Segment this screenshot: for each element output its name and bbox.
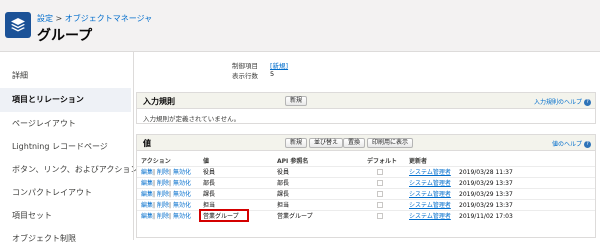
- api-name-cell: 役員: [277, 169, 290, 176]
- section-header: [137, 93, 595, 109]
- deactivate-link[interactable]: 無効化: [173, 212, 191, 221]
- action-separator: |: [153, 213, 156, 220]
- delete-link[interactable]: 削除: [157, 179, 169, 188]
- layers-icon: [5, 12, 31, 38]
- breadcrumb-setup-link[interactable]: 設定: [37, 14, 53, 23]
- table-row: 編集 | 削除 | 無効化 課長 課長 システム管理者 2019/03/29 1…: [137, 188, 595, 199]
- rules-help-link[interactable]: 入力規則のヘルプ?: [534, 97, 591, 106]
- edit-link[interactable]: 編集: [141, 212, 153, 221]
- section-header: [137, 135, 595, 151]
- edit-link[interactable]: 編集: [141, 179, 153, 188]
- modified-by-link[interactable]: システム管理者: [409, 190, 451, 199]
- value-cell: 課長: [203, 191, 216, 198]
- edit-link[interactable]: 編集: [141, 168, 153, 177]
- question-circle-icon: ?: [584, 141, 591, 148]
- column-header-default: デフォルト: [367, 158, 398, 165]
- delete-link[interactable]: 削除: [157, 212, 169, 221]
- reorder-button[interactable]: 並び替え: [309, 138, 344, 148]
- action-separator: |: [169, 169, 172, 176]
- sidebar-item-page-layouts[interactable]: ページレイアウト: [0, 112, 131, 136]
- table-row: 編集 | 削除 | 無効化 部長 部長 システム管理者 2019/03/29 1…: [137, 177, 595, 188]
- default-checkbox: [377, 213, 383, 219]
- deactivate-link[interactable]: 無効化: [173, 168, 191, 177]
- help-label: 値のヘルプ: [551, 141, 582, 148]
- api-name-cell: 営業グループ: [277, 213, 313, 220]
- modified-date: 2019/03/28 11:37: [459, 169, 513, 176]
- values-help-link[interactable]: 値のヘルプ?: [552, 139, 591, 148]
- table-row: 編集 | 削除 | 無効化 役員 役員 システム管理者 2019/03/28 1…: [137, 166, 595, 177]
- rows-displayed-label: 表示行数: [232, 72, 258, 80]
- default-checkbox: [377, 191, 383, 197]
- section-title: 入力規則: [143, 97, 175, 106]
- modified-date: 2019/11/02 17:03: [459, 213, 513, 220]
- modified-date: 2019/03/29 13:37: [459, 191, 513, 198]
- deactivate-link[interactable]: 無効化: [173, 201, 191, 210]
- default-checkbox: [377, 169, 383, 175]
- action-separator: |: [169, 180, 172, 187]
- delete-link[interactable]: 削除: [157, 168, 169, 177]
- help-label: 入力規則のヘルプ: [533, 99, 582, 106]
- sidebar-item-lightning-record-pages[interactable]: Lightning レコードページ: [0, 135, 131, 159]
- action-separator: |: [169, 213, 172, 220]
- sidebar-item-compact-layouts[interactable]: コンパクトレイアウト: [0, 181, 131, 205]
- new-rule-button[interactable]: 新規: [285, 96, 308, 106]
- modified-by-link[interactable]: システム管理者: [409, 201, 451, 210]
- action-separator: |: [153, 191, 156, 198]
- api-name-cell: 担当: [277, 202, 290, 209]
- modified-by-link[interactable]: システム管理者: [409, 168, 451, 177]
- modified-date: 2019/03/29 13:37: [459, 202, 513, 209]
- sidebar-item-object-limits[interactable]: オブジェクト制限: [0, 227, 131, 251]
- api-name-cell: 部長: [277, 180, 290, 187]
- picklist-values-section: 値 新規 並び替え 置換 印刷用に表示 値のヘルプ? アクション 値 API 参…: [136, 134, 596, 238]
- validation-rules-section: 入力規則 新規 入力規則のヘルプ? 入力規則が定義されていません。: [136, 92, 596, 124]
- sidebar-nav: 詳細 項目とリレーション ページレイアウト Lightning レコードページ …: [0, 60, 138, 243]
- action-separator: |: [169, 191, 172, 198]
- column-header-api-name: API 参照名: [277, 158, 309, 165]
- column-header-action: アクション: [141, 158, 171, 165]
- sidebar-item-fields-relationships[interactable]: 項目とリレーション: [0, 88, 131, 112]
- breadcrumb-separator: >: [53, 14, 65, 23]
- action-separator: |: [153, 169, 156, 176]
- edit-link[interactable]: 編集: [141, 201, 153, 210]
- breadcrumb-object-manager-link[interactable]: オブジェクトマネージャ: [65, 14, 152, 23]
- action-separator: |: [169, 202, 172, 209]
- column-header-modified-by: 更新者: [409, 158, 428, 165]
- control-field-value[interactable]: [新規]: [270, 60, 288, 70]
- breadcrumb: 設定 > オブジェクトマネージャ: [37, 13, 152, 24]
- modified-by-link[interactable]: システム管理者: [409, 212, 451, 221]
- modified-by-link[interactable]: システム管理者: [409, 179, 451, 188]
- value-cell: 役員: [203, 169, 216, 176]
- delete-link[interactable]: 削除: [157, 201, 169, 210]
- default-checkbox: [377, 180, 383, 186]
- sidebar-item-buttons-links-actions[interactable]: ボタン、リンク、およびアクション: [0, 158, 138, 182]
- sidebar-item-field-sets[interactable]: 項目セット: [0, 204, 131, 228]
- question-circle-icon: ?: [584, 99, 591, 106]
- section-title: 値: [143, 139, 151, 148]
- deactivate-link[interactable]: 無効化: [173, 179, 191, 188]
- page-header: 設定 > オブジェクトマネージャ グループ: [0, 0, 600, 52]
- delete-link[interactable]: 削除: [157, 190, 169, 199]
- action-separator: |: [153, 180, 156, 187]
- action-separator: |: [153, 202, 156, 209]
- new-value-button[interactable]: 新規: [285, 138, 308, 148]
- highlight-box: [199, 209, 249, 222]
- modified-date: 2019/03/29 13:37: [459, 180, 513, 187]
- default-checkbox: [377, 202, 383, 208]
- value-cell: 部長: [203, 180, 216, 187]
- main-content: 制御項目 [新規] 表示行数 5 入力規則 新規 入力規則のヘルプ? 入力規則が…: [134, 52, 600, 240]
- page-title: グループ: [37, 28, 93, 44]
- control-field-label: 制御項目: [232, 62, 258, 70]
- empty-message: 入力規則が定義されていません。: [143, 115, 241, 123]
- print-view-button[interactable]: 印刷用に表示: [367, 138, 414, 148]
- sidebar-item-details[interactable]: 詳細: [0, 64, 131, 88]
- column-header-value: 値: [203, 158, 210, 165]
- deactivate-link[interactable]: 無効化: [173, 190, 191, 199]
- replace-button[interactable]: 置換: [343, 138, 366, 148]
- edit-link[interactable]: 編集: [141, 190, 153, 199]
- rows-displayed-value: 5: [270, 70, 275, 78]
- api-name-cell: 課長: [277, 191, 290, 198]
